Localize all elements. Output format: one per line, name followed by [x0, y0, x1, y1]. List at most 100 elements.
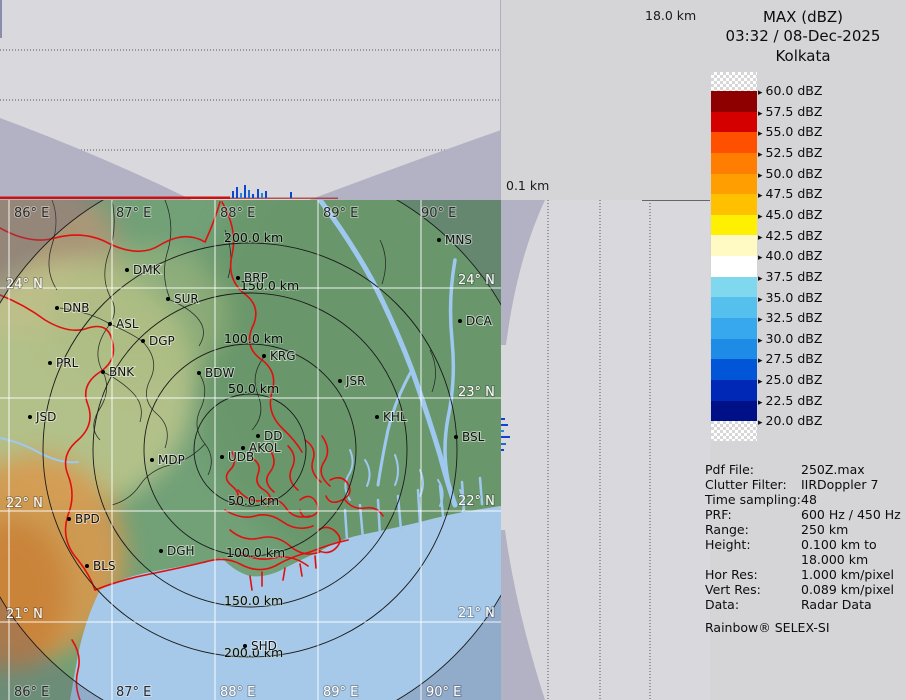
- city-dot: [458, 319, 462, 323]
- city-dot: [150, 458, 154, 462]
- city-label: SHD: [251, 639, 277, 653]
- tick-arrow-icon: ▸: [758, 315, 763, 325]
- dbz-color-band: [711, 112, 757, 133]
- tick-arrow-icon: ▸: [758, 171, 763, 181]
- dbz-color-band: [711, 174, 757, 195]
- lon-label-top: 88° E: [220, 206, 255, 221]
- radar-site-name: Kolkata: [700, 47, 906, 66]
- info-value: 600 Hz / 450 Hz: [801, 507, 905, 522]
- info-label: Hor Res:: [705, 567, 801, 582]
- city-label: ASL: [116, 317, 139, 331]
- info-label: Data:: [705, 597, 801, 612]
- tick-arrow-icon: ▸: [758, 233, 763, 243]
- dbz-tick-label: ▸27.5 dBZ: [758, 351, 822, 366]
- dbz-tick-label: ▸52.5 dBZ: [758, 145, 822, 160]
- lat-label-left: 22° N: [6, 496, 43, 511]
- range-ring-label: 100.0 km: [226, 545, 285, 560]
- dbz-color-band: [711, 401, 757, 422]
- city-label: JSD: [35, 410, 56, 424]
- dbz-tick-label: ▸50.0 dBZ: [758, 166, 822, 181]
- lat-label-left: 21° N: [6, 607, 43, 622]
- lon-label-top: 89° E: [323, 206, 358, 221]
- info-label: Pdf File:: [705, 462, 801, 477]
- city-dot: [159, 549, 163, 553]
- info-row: PRF:600 Hz / 450 Hz: [705, 507, 905, 522]
- city-dot: [454, 435, 458, 439]
- city-label: UDB: [228, 450, 254, 464]
- city-label: MDP: [158, 453, 185, 467]
- info-label: PRF:: [705, 507, 801, 522]
- city-dot: [28, 415, 32, 419]
- lon-label-bottom: 86° E: [14, 685, 49, 700]
- profile-background: [501, 200, 710, 700]
- city-label: DCA: [466, 314, 493, 328]
- lon-label-top: 87° E: [116, 206, 151, 221]
- dbz-tick-label: ▸55.0 dBZ: [758, 124, 822, 139]
- city-label: MNS: [445, 233, 472, 247]
- city-label: PRL: [56, 356, 79, 370]
- dbz-tick-label: ▸45.0 dBZ: [758, 207, 822, 222]
- lon-label-bottom: 88° E: [220, 685, 255, 700]
- dbz-tick-label: ▸22.5 dBZ: [758, 393, 822, 408]
- city-label: BNK: [109, 365, 135, 379]
- legend-panel: MAX (dBZ) 03:32 / 08-Dec-2025 Kolkata ▸6…: [700, 0, 906, 700]
- lon-label-bottom: 89° E: [323, 685, 358, 700]
- range-ring-label: 50.0 km: [228, 381, 279, 396]
- dbz-tick-label: ▸57.5 dBZ: [758, 104, 822, 119]
- software-brand-label: Rainbow® SELEX-SI: [705, 620, 830, 635]
- profile-left-edge: [0, 0, 2, 38]
- product-info-table: Pdf File:250Z.maxClutter Filter:IIRDoppl…: [705, 462, 905, 612]
- tick-arrow-icon: ▸: [758, 377, 763, 387]
- city-dot: [256, 434, 260, 438]
- dbz-color-band: [711, 380, 757, 401]
- city-label: JSR: [345, 374, 366, 388]
- info-value: Radar Data: [801, 597, 905, 612]
- info-label: [705, 552, 801, 567]
- city-dot: [48, 361, 52, 365]
- tick-arrow-icon: ▸: [758, 88, 763, 98]
- dbz-color-band: [711, 153, 757, 174]
- tick-arrow-icon: ▸: [758, 336, 763, 346]
- product-title: MAX (dBZ): [700, 8, 906, 27]
- city-dot: [262, 354, 266, 358]
- city-label: DNB: [63, 301, 89, 315]
- info-row: Height:0.100 km to: [705, 537, 905, 552]
- info-row: Range:250 km: [705, 522, 905, 537]
- lon-label-bottom: 87° E: [116, 685, 151, 700]
- city-label: DMK: [133, 263, 162, 277]
- dbz-color-band: [711, 297, 757, 318]
- dbz-tick-label: ▸32.5 dBZ: [758, 310, 822, 325]
- info-value: 18.000 km: [801, 552, 905, 567]
- info-value: 0.100 km to: [801, 537, 905, 552]
- tick-arrow-icon: ▸: [758, 253, 763, 263]
- tick-arrow-icon: ▸: [758, 212, 763, 222]
- city-dot: [141, 339, 145, 343]
- tick-arrow-icon: ▸: [758, 191, 763, 201]
- city-dot: [108, 322, 112, 326]
- info-value: 48: [801, 492, 905, 507]
- info-value: IIRDoppler 7: [801, 477, 905, 492]
- height-axis-max-label: 18.0 km: [645, 8, 696, 23]
- city-label: BDW: [205, 366, 234, 380]
- dbz-tick-label: ▸25.0 dBZ: [758, 372, 822, 387]
- info-row: Pdf File:250Z.max: [705, 462, 905, 477]
- radar-map-panel: 86° E87° E88° E89° E90° E86° E87° E88° E…: [0, 200, 501, 700]
- info-label: Time sampling:: [705, 492, 801, 507]
- info-label: Range:: [705, 522, 801, 537]
- info-row: Hor Res:1.000 km/pixel: [705, 567, 905, 582]
- info-label: Vert Res:: [705, 582, 801, 597]
- lat-label-right: 21° N: [458, 606, 495, 621]
- info-row: 18.000 km: [705, 552, 905, 567]
- tick-arrow-icon: ▸: [758, 295, 763, 305]
- radar-app-window: { "profiles": { "max_height_label": "18.…: [0, 0, 906, 700]
- range-ring-label: 100.0 km: [224, 331, 283, 346]
- tick-arrow-icon: ▸: [758, 150, 763, 160]
- dbz-color-band: [711, 235, 757, 256]
- info-value: 250Z.max: [801, 462, 905, 477]
- info-row: Clutter Filter:IIRDoppler 7: [705, 477, 905, 492]
- dbz-tick-label: ▸20.0 dBZ: [758, 413, 822, 428]
- dbz-color-band: [711, 194, 757, 215]
- range-ring-label: 200.0 km: [224, 230, 283, 245]
- city-label: BRP: [244, 271, 268, 285]
- tick-arrow-icon: ▸: [758, 109, 763, 119]
